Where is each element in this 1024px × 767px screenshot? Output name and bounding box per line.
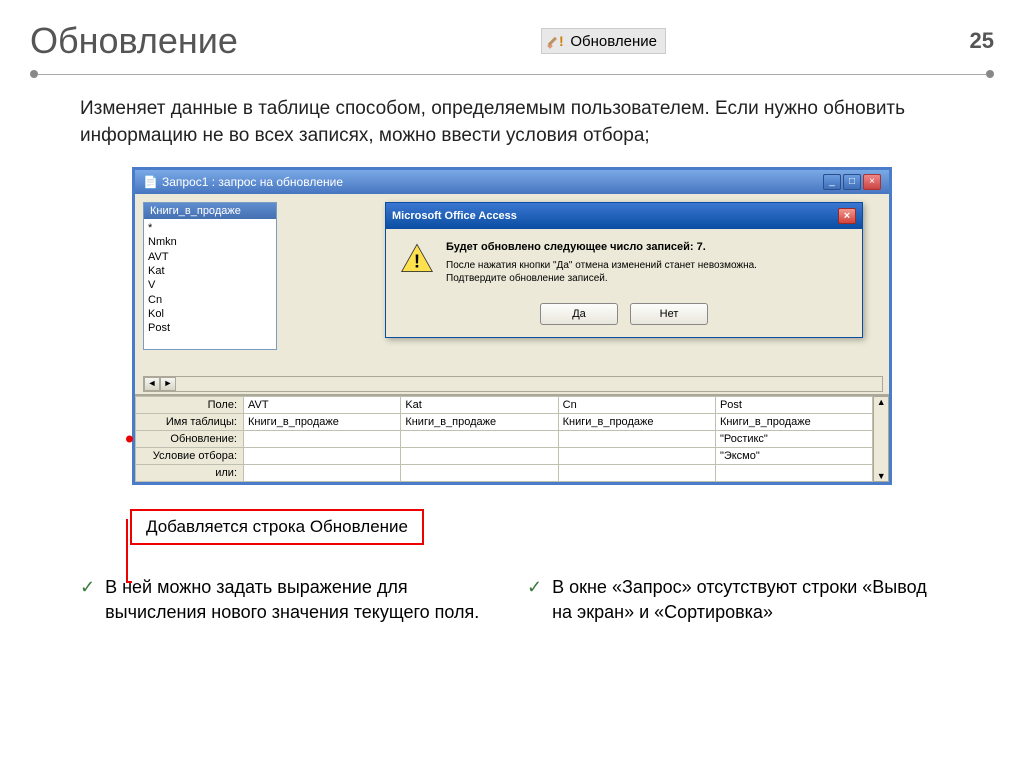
yes-button[interactable]: Да bbox=[540, 303, 618, 325]
list-item[interactable]: Post bbox=[148, 321, 272, 335]
page-number: 25 bbox=[970, 28, 994, 54]
grid-cell[interactable] bbox=[558, 431, 715, 448]
bullet-2: ✓ В окне «Запрос» отсутствуют строки «Вы… bbox=[527, 575, 944, 625]
close-button[interactable]: × bbox=[863, 174, 881, 190]
grid-cell[interactable]: "Эксмо" bbox=[715, 448, 872, 465]
list-item[interactable]: Cn bbox=[148, 293, 272, 307]
grid-cell[interactable]: Книги_в_продаже bbox=[558, 414, 715, 431]
callout-connector bbox=[126, 519, 128, 582]
grid-cell[interactable]: Книги_в_продаже bbox=[715, 414, 872, 431]
svg-text:!: ! bbox=[414, 251, 420, 272]
divider bbox=[30, 70, 994, 78]
warning-icon: ! bbox=[400, 241, 434, 275]
row-label: или: bbox=[136, 465, 244, 482]
grid-cell[interactable] bbox=[715, 465, 872, 482]
grid-cell[interactable]: Книги_в_продаже bbox=[401, 414, 558, 431]
dialog-close-button[interactable]: × bbox=[838, 208, 856, 224]
bullet-text: В ней можно задать выражение для вычисле… bbox=[105, 575, 497, 625]
grid-cell[interactable] bbox=[558, 465, 715, 482]
svg-text:!: ! bbox=[559, 33, 564, 49]
grid-cell[interactable] bbox=[401, 431, 558, 448]
no-button[interactable]: Нет bbox=[630, 303, 708, 325]
grid-cell[interactable]: AVT bbox=[244, 397, 401, 414]
vertical-scrollbar[interactable]: ▲▼ bbox=[873, 396, 889, 482]
row-label: Имя таблицы: bbox=[136, 414, 244, 431]
list-item[interactable]: * bbox=[148, 221, 272, 235]
grid-cell[interactable] bbox=[401, 448, 558, 465]
list-item[interactable]: Nmkn bbox=[148, 235, 272, 249]
field-list[interactable]: * Nmkn AVT Kat V Cn Kol Post bbox=[144, 219, 276, 349]
grid-cell[interactable]: "Ростикс" bbox=[715, 431, 872, 448]
dialog-line2: Подтвердите обновление записей. bbox=[446, 272, 757, 285]
confirm-dialog: Microsoft Office Access × ! Будет обновл… bbox=[385, 202, 863, 338]
grid-cell[interactable] bbox=[244, 465, 401, 482]
grid-cell[interactable] bbox=[558, 448, 715, 465]
maximize-button[interactable]: □ bbox=[843, 174, 861, 190]
dialog-title-text: Microsoft Office Access bbox=[392, 210, 517, 222]
callout-box: Добавляется строка Обновление bbox=[130, 509, 424, 545]
grid-row-table: Имя таблицы: Книги_в_продаже Книги_в_про… bbox=[136, 414, 873, 431]
list-item[interactable]: V bbox=[148, 278, 272, 292]
query-grid[interactable]: Поле: AVT Kat Cn Post Имя таблицы: Книги… bbox=[135, 396, 873, 482]
list-item[interactable]: Kat bbox=[148, 264, 272, 278]
pencil-exclaim-icon: ! bbox=[546, 31, 566, 51]
grid-cell[interactable]: Post bbox=[715, 397, 872, 414]
grid-cell[interactable] bbox=[244, 448, 401, 465]
design-upper-pane: Книги_в_продаже * Nmkn AVT Kat V Cn Kol … bbox=[135, 194, 889, 394]
row-label: Поле: bbox=[136, 397, 244, 414]
bullet-text: В окне «Запрос» отсутствуют строки «Выво… bbox=[552, 575, 944, 625]
design-grid: Поле: AVT Kat Cn Post Имя таблицы: Книги… bbox=[135, 394, 889, 482]
window-title-text: Запрос1 : запрос на обновление bbox=[162, 175, 343, 189]
table-field-list[interactable]: Книги_в_продаже * Nmkn AVT Kat V Cn Kol … bbox=[143, 202, 277, 350]
grid-cell[interactable]: Книги_в_продаже bbox=[244, 414, 401, 431]
check-icon: ✓ bbox=[80, 575, 95, 625]
grid-cell[interactable] bbox=[401, 465, 558, 482]
check-icon: ✓ bbox=[527, 575, 542, 625]
grid-row-criteria: Условие отбора: "Эксмо" bbox=[136, 448, 873, 465]
grid-row-field: Поле: AVT Kat Cn Post bbox=[136, 397, 873, 414]
horizontal-scrollbar[interactable]: ◄► bbox=[143, 376, 883, 392]
dialog-titlebar: Microsoft Office Access × bbox=[386, 203, 862, 229]
access-window: 📄Запрос1 : запрос на обновление _ □ × Кн… bbox=[132, 167, 892, 485]
grid-cell[interactable] bbox=[244, 431, 401, 448]
dialog-line1: После нажатия кнопки "Да" отмена изменен… bbox=[446, 259, 757, 272]
grid-row-update: Обновление: "Ростикс" bbox=[136, 431, 873, 448]
window-titlebar: 📄Запрос1 : запрос на обновление _ □ × bbox=[135, 170, 889, 194]
callout-marker bbox=[126, 436, 133, 443]
row-label: Обновление: bbox=[136, 431, 244, 448]
minimize-button[interactable]: _ bbox=[823, 174, 841, 190]
update-query-badge: ! Обновление bbox=[541, 28, 666, 54]
list-item[interactable]: AVT bbox=[148, 250, 272, 264]
table-box-title: Книги_в_продаже bbox=[144, 203, 276, 219]
page-title: Обновление bbox=[30, 20, 238, 62]
grid-cell[interactable]: Cn bbox=[558, 397, 715, 414]
badge-label: Обновление bbox=[570, 33, 657, 50]
description-text: Изменяет данные в таблице способом, опре… bbox=[80, 96, 944, 149]
grid-cell[interactable]: Kat bbox=[401, 397, 558, 414]
row-label: Условие отбора: bbox=[136, 448, 244, 465]
list-item[interactable]: Kol bbox=[148, 307, 272, 321]
dialog-heading: Будет обновлено следующее число записей:… bbox=[446, 241, 757, 253]
callout-connector bbox=[126, 581, 132, 583]
grid-row-or: или: bbox=[136, 465, 873, 482]
bullet-1: ✓ В ней можно задать выражение для вычис… bbox=[80, 575, 497, 625]
